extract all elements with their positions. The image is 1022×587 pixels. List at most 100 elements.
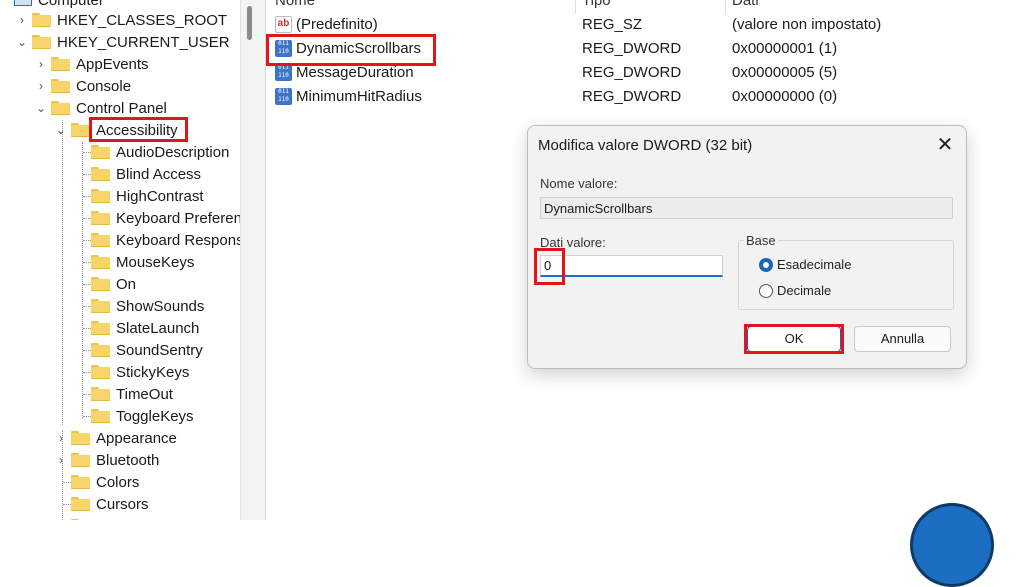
tree-item-keyboard-preference[interactable]: Keyboard Preference — [91, 207, 240, 229]
value-type: REG_DWORD — [582, 64, 682, 81]
column-separator[interactable] — [725, 0, 726, 14]
column-separator[interactable] — [575, 0, 576, 14]
tree-item-blind-access[interactable]: Blind Access — [91, 163, 201, 185]
tree-item-togglekeys[interactable]: ToggleKeys — [91, 405, 194, 427]
base-group-label: Base — [744, 233, 778, 248]
chevron-right-icon[interactable]: › — [55, 431, 67, 445]
tree-item-stickykeys[interactable]: StickyKeys — [91, 361, 189, 383]
tree-guide-line — [62, 120, 63, 425]
tree-guide-line — [83, 372, 91, 373]
tree-item-label: Colors — [96, 473, 140, 491]
tree-item-hkcr[interactable]: HKEY_CLASSES_ROOT — [32, 9, 227, 31]
chevron-down-icon[interactable]: ⌄ — [16, 35, 28, 49]
ok-button[interactable]: OK — [747, 326, 841, 352]
value-name: MessageDuration — [296, 64, 414, 81]
tree-item-appearance[interactable]: Appearance — [71, 427, 177, 449]
tree-item-label: MouseKeys — [116, 253, 195, 271]
tree-item-label: Control Panel — [76, 99, 167, 117]
pane-splitter[interactable] — [240, 0, 266, 520]
chevron-right-icon[interactable]: › — [35, 57, 47, 71]
tree-item-bluetooth[interactable]: Bluetooth — [71, 449, 159, 471]
tree-item-label: Keyboard Response — [116, 231, 240, 249]
value-type: REG_SZ — [582, 16, 643, 33]
tree-item-mousekeys[interactable]: MouseKeys — [91, 251, 194, 273]
tree-item-label: Appearance — [96, 429, 177, 447]
tree-guide-line — [83, 328, 91, 329]
tree-item-cursors[interactable]: Cursors — [71, 493, 149, 515]
tree-guide-line — [83, 262, 91, 263]
tree-item-label: Cursors — [96, 495, 149, 513]
tree-guide-line — [63, 504, 71, 505]
tree-item-timeout[interactable]: TimeOut — [91, 383, 173, 405]
tree-item-on[interactable]: On — [91, 273, 136, 295]
folder-icon — [91, 365, 110, 379]
binary-value-icon: 011 110 — [275, 64, 292, 81]
folder-open-icon — [71, 123, 90, 137]
tree-item-hkcu[interactable]: HKEY_CURRENT_USER — [32, 31, 230, 53]
tree-item-accessibility[interactable]: Accessibility — [71, 119, 178, 141]
chevron-right-icon[interactable]: › — [16, 13, 28, 27]
value-row[interactable]: 011 110 DynamicScrollbars REG_DWORD 0x000… — [265, 37, 1022, 61]
tree-item-label: HKEY_CURRENT_USER — [57, 33, 230, 51]
folder-icon — [32, 13, 51, 27]
chevron-right-icon[interactable]: › — [55, 453, 67, 467]
radio-hexadecimal-label[interactable]: Esadecimale — [777, 257, 851, 272]
radio-decimal[interactable] — [759, 284, 773, 298]
value-row[interactable]: 011 110 MinimumHitRadius REG_DWORD 0x0000… — [265, 85, 1022, 109]
value-data: 0x00000005 (5) — [732, 64, 838, 81]
column-header-data[interactable]: Dati — [732, 0, 759, 8]
tree-item-showsounds[interactable]: ShowSounds — [91, 295, 204, 317]
tree-item-partial[interactable] — [71, 515, 96, 520]
value-name: (Predefinito) — [296, 16, 378, 33]
chevron-down-icon[interactable]: ⌄ — [55, 123, 67, 137]
tree-item-console[interactable]: Console — [51, 75, 131, 97]
tree-guide-line — [82, 142, 83, 418]
tree-item-slatelaunch[interactable]: SlateLaunch — [91, 317, 199, 339]
folder-icon — [91, 211, 110, 225]
value-row[interactable]: ab (Predefinito) REG_SZ (valore non impo… — [265, 13, 1022, 37]
value-name-field[interactable]: DynamicScrollbars — [540, 197, 953, 219]
folder-icon — [91, 299, 110, 313]
folder-icon — [91, 343, 110, 357]
tree-item-keyboard-response[interactable]: Keyboard Response — [91, 229, 240, 251]
value-data-input[interactable]: 0 — [540, 255, 723, 277]
tree-item-label: ToggleKeys — [116, 407, 194, 425]
tree-item-highcontrast[interactable]: HighContrast — [91, 185, 204, 207]
tree-guide-line — [83, 416, 91, 417]
tree-item-label: HKEY_CLASSES_ROOT — [57, 11, 228, 29]
binary-value-icon: 011 110 — [275, 40, 292, 57]
string-value-icon: ab — [275, 16, 292, 33]
tree-item-control-panel[interactable]: Control Panel — [51, 97, 167, 119]
column-header-type[interactable]: Tipo — [582, 0, 611, 8]
dialog-title: Modifica valore DWORD (32 bit) — [538, 137, 753, 154]
tree-item-appevents[interactable]: AppEvents — [51, 53, 149, 75]
radio-decimal-label[interactable]: Decimale — [777, 283, 831, 298]
value-row[interactable]: 011 110 MessageDuration REG_DWORD 0x00000… — [265, 61, 1022, 85]
tree-item-audiodescription[interactable]: AudioDescription — [91, 141, 229, 163]
value-data-label: Dati valore: — [540, 235, 606, 250]
tree-guide-line — [83, 394, 91, 395]
tree-scrollbar-thumb[interactable] — [247, 6, 252, 40]
radio-hexadecimal[interactable] — [759, 258, 773, 272]
tree-item-label: StickyKeys — [116, 363, 190, 381]
value-name: MinimumHitRadius — [296, 88, 422, 105]
cancel-button[interactable]: Annulla — [854, 326, 951, 352]
folder-icon — [51, 79, 70, 93]
tree-item-label: On — [116, 275, 137, 293]
folder-icon — [91, 387, 110, 401]
column-header-name[interactable]: Nome — [275, 0, 315, 8]
chevron-down-icon[interactable]: ⌄ — [35, 101, 47, 115]
tree-item-soundsentry[interactable]: SoundSentry — [91, 339, 203, 361]
tree-item-colors[interactable]: Colors — [71, 471, 139, 493]
tree-item-label: SoundSentry — [116, 341, 203, 359]
tree-item-label: Bluetooth — [96, 451, 160, 469]
chevron-right-icon[interactable]: › — [35, 79, 47, 93]
tree-guide-line — [63, 482, 71, 483]
folder-icon — [71, 453, 90, 467]
close-icon[interactable]: ✕ — [932, 132, 958, 158]
folder-icon — [32, 35, 51, 49]
folder-icon — [91, 145, 110, 159]
binary-value-icon: 011 110 — [275, 88, 292, 105]
folder-icon — [91, 255, 110, 269]
registry-tree: Computer › HKEY_CLASSES_ROOT ⌄ HKEY_CURR… — [0, 0, 240, 520]
